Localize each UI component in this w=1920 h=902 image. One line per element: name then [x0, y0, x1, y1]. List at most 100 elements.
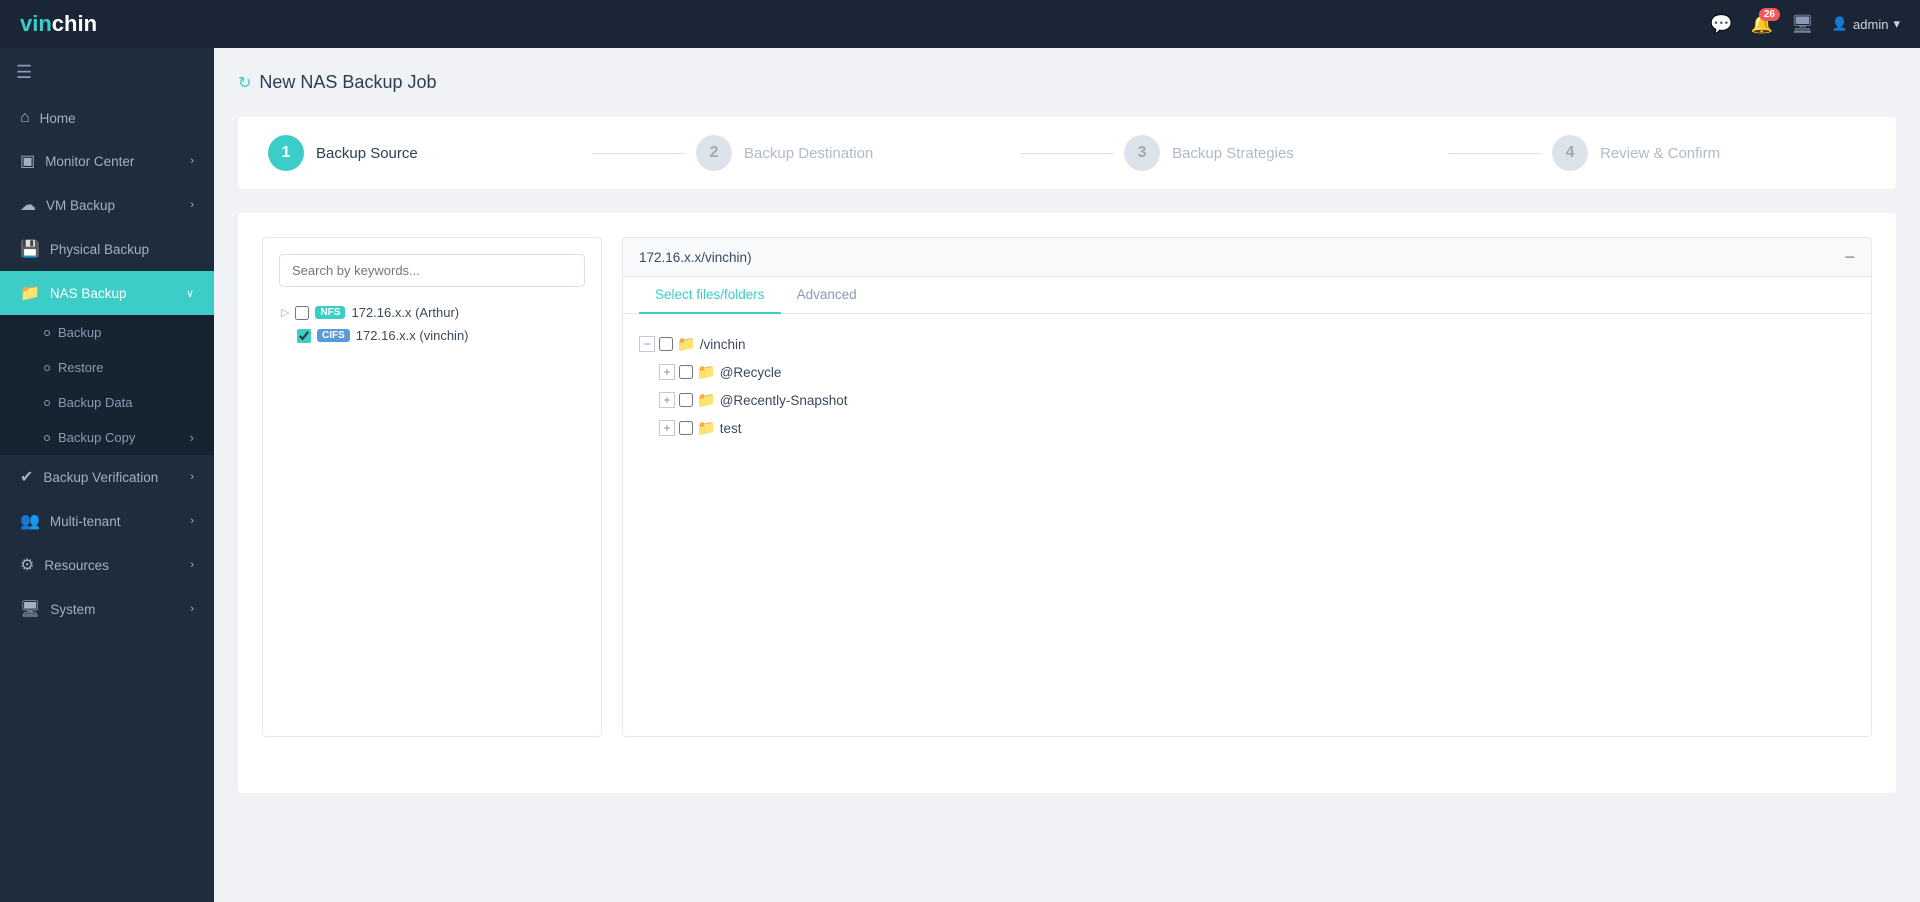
- sidebar-sub-label-backup: Backup: [58, 325, 101, 340]
- messages-icon[interactable]: 💬: [1710, 14, 1732, 35]
- sidebar-label-resources: Resources: [44, 558, 109, 573]
- two-column-layout: ▷ NFS 172.16.x.x (Arthur) CIFS 172.16.x.…: [262, 237, 1872, 737]
- sidebar-item-backup-verification[interactable]: ✔ Backup Verification ›: [0, 455, 214, 499]
- sidebar-label-system: System: [50, 602, 95, 617]
- step-label-2: Backup Destination: [744, 145, 873, 162]
- sidebar-sub-restore[interactable]: Restore: [0, 350, 214, 385]
- expand-snapshot-icon[interactable]: +: [659, 392, 675, 408]
- expand-nfs-icon[interactable]: ▷: [281, 306, 289, 319]
- tree-label-snapshot: @Recently-Snapshot: [720, 393, 848, 408]
- tree-checkbox-snapshot[interactable]: [679, 393, 693, 407]
- step-num-2: 2: [710, 144, 719, 162]
- sidebar-label-home: Home: [40, 111, 76, 126]
- step-circle-2: 2: [696, 135, 732, 171]
- step-2: 2 Backup Destination: [696, 135, 1010, 171]
- sidebar-label-multi-tenant: Multi-tenant: [50, 514, 121, 529]
- step-num-1: 1: [282, 144, 291, 162]
- dot-icon: [44, 365, 50, 371]
- topnav-right: 💬 🔔 26 🖥 👤 admin ▾: [1710, 14, 1900, 35]
- nas-backup-submenu: Backup Restore Backup Data Backup Copy ›: [0, 315, 214, 455]
- sidebar-item-vm-backup[interactable]: ☁ VM Backup ›: [0, 183, 214, 227]
- nas-backup-icon: 📁: [20, 283, 40, 303]
- step-3: 3 Backup Strategies: [1124, 135, 1438, 171]
- sidebar-sub-label-restore: Restore: [58, 360, 104, 375]
- sidebar-item-physical-backup[interactable]: 💾 Physical Backup: [0, 227, 214, 271]
- folder-icon-recycle: 📁: [697, 363, 716, 381]
- collapse-button[interactable]: −: [1844, 248, 1855, 266]
- sidebar-sub-backup[interactable]: Backup: [0, 315, 214, 350]
- sidebar-item-multi-tenant[interactable]: 👥 Multi-tenant ›: [0, 499, 214, 543]
- nas-checkbox-nfs[interactable]: [295, 306, 309, 320]
- file-browser-header: 172.16.x.x/vinchin) −: [623, 238, 1871, 277]
- notification-badge: 26: [1759, 8, 1780, 21]
- search-input[interactable]: [279, 254, 585, 287]
- tree-label-test: test: [720, 421, 742, 436]
- logo-chin: chin: [52, 11, 97, 36]
- tree-checkbox-recycle[interactable]: [679, 365, 693, 379]
- resources-icon: ⚙: [20, 555, 34, 575]
- sidebar-item-resources[interactable]: ⚙ Resources ›: [0, 543, 214, 587]
- sidebar-item-system[interactable]: 🖥 System ›: [0, 587, 214, 631]
- sidebar-sub-backup-data[interactable]: Backup Data: [0, 385, 214, 420]
- expand-root-icon[interactable]: −: [639, 336, 655, 352]
- steps-wizard: 1 Backup Source 2 Backup Destination 3 B…: [238, 117, 1896, 189]
- chevron-icon: ›: [190, 515, 194, 527]
- multi-tenant-icon: 👥: [20, 511, 40, 531]
- content-area: ▷ NFS 172.16.x.x (Arthur) CIFS 172.16.x.…: [238, 213, 1896, 793]
- file-browser-tabs: Select files/folders Advanced: [623, 277, 1871, 314]
- logo-vin: vin: [20, 11, 52, 36]
- folder-icon-snapshot: 📁: [697, 391, 716, 409]
- step-circle-1: 1: [268, 135, 304, 171]
- sidebar-sub-label-backup-data: Backup Data: [58, 395, 132, 410]
- page-title: New NAS Backup Job: [259, 72, 436, 93]
- tree-checkbox-root[interactable]: [659, 337, 673, 351]
- tree-checkbox-test[interactable]: [679, 421, 693, 435]
- nas-item-cifs: CIFS 172.16.x.x (vinchin): [279, 324, 585, 347]
- admin-menu[interactable]: 👤 admin ▾: [1832, 16, 1900, 32]
- sidebar-sub-label-backup-copy: Backup Copy: [58, 430, 135, 445]
- vm-backup-icon: ☁: [20, 195, 36, 215]
- step-4: 4 Review & Confirm: [1552, 135, 1866, 171]
- nas-checkbox-cifs[interactable]: [297, 329, 311, 343]
- expand-test-icon[interactable]: +: [659, 420, 675, 436]
- chevron-icon: ∨: [186, 287, 194, 300]
- folder-icon-root: 📁: [677, 335, 696, 353]
- hamburger-button[interactable]: ☰: [0, 48, 214, 97]
- logo: vinchin: [20, 11, 97, 37]
- admin-label: admin: [1853, 17, 1888, 32]
- dot-icon: [44, 400, 50, 406]
- expand-recycle-icon[interactable]: +: [659, 364, 675, 380]
- chevron-icon: ›: [190, 155, 194, 167]
- page-header: ↻ New NAS Backup Job: [238, 72, 1896, 93]
- file-browser-panel: 172.16.x.x/vinchin) − Select files/folde…: [622, 237, 1872, 737]
- tab-advanced[interactable]: Advanced: [781, 277, 873, 314]
- nfs-badge: NFS: [315, 306, 345, 319]
- sidebar-item-nas-backup[interactable]: 📁 NAS Backup ∨: [0, 271, 214, 315]
- step-num-3: 3: [1138, 144, 1147, 162]
- tree-node-recently-snapshot: + 📁 @Recently-Snapshot: [639, 386, 1855, 414]
- step-circle-3: 3: [1124, 135, 1160, 171]
- monitor-center-icon: ▣: [20, 151, 35, 171]
- monitor-icon[interactable]: 🖥: [1791, 14, 1814, 35]
- nas-list-panel: ▷ NFS 172.16.x.x (Arthur) CIFS 172.16.x.…: [262, 237, 602, 737]
- nas-item-nfs: ▷ NFS 172.16.x.x (Arthur): [279, 301, 585, 324]
- chevron-icon: ›: [190, 430, 194, 445]
- chevron-icon: ›: [190, 603, 194, 615]
- admin-chevron-icon: ▾: [1893, 16, 1900, 32]
- sidebar-item-home[interactable]: ⌂ Home: [0, 97, 214, 139]
- notifications-icon[interactable]: 🔔 26: [1751, 14, 1773, 35]
- step-num-4: 4: [1566, 144, 1575, 162]
- step-label-4: Review & Confirm: [1600, 145, 1720, 162]
- refresh-icon[interactable]: ↻: [238, 73, 251, 93]
- step-divider-1: [592, 153, 686, 154]
- file-tree: − 📁 /vinchin + 📁 @Recycle: [623, 314, 1871, 458]
- sidebar-sub-backup-copy[interactable]: Backup Copy ›: [0, 420, 214, 455]
- nas-name-nfs: 172.16.x.x (Arthur): [351, 305, 459, 320]
- folder-icon-test: 📁: [697, 419, 716, 437]
- tree-label-recycle: @Recycle: [720, 365, 782, 380]
- tab-select-files[interactable]: Select files/folders: [639, 277, 781, 314]
- sidebar-item-monitor[interactable]: ▣ Monitor Center ›: [0, 139, 214, 183]
- sidebar-label-nas-backup: NAS Backup: [50, 286, 127, 301]
- physical-backup-icon: 💾: [20, 239, 40, 259]
- topnav: vinchin 💬 🔔 26 🖥 👤 admin ▾: [0, 0, 1920, 48]
